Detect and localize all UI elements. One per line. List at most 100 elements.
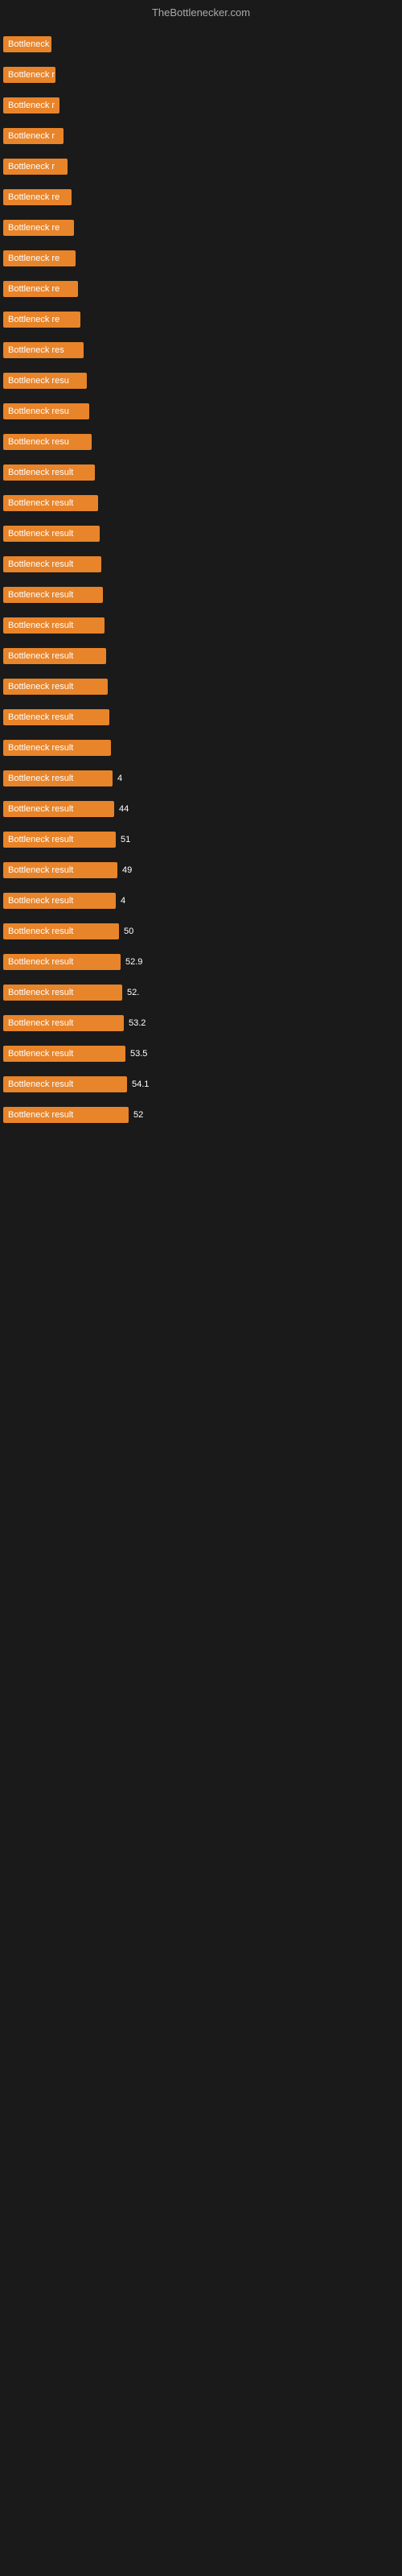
bar-row: Bottleneck result [0,458,402,487]
bar-row: Bottleneck re [0,213,402,242]
bar-label: Bottleneck result [3,1015,124,1031]
bar-container: Bottleneck result [3,587,399,603]
bar-label: Bottleneck resu [3,403,89,419]
bar-container: Bottleneck result [3,556,399,572]
bar-row: Bottleneck re [0,305,402,334]
bar-container: Bottleneck result44 [3,801,399,817]
bar-label: Bottleneck result [3,1046,125,1062]
bar-container: Bottleneck result [3,648,399,664]
bar-value: 53.5 [130,1049,147,1059]
bar-container: Bottleneck result54.1 [3,1076,399,1092]
bar-row: Bottleneck result [0,550,402,579]
bar-label: Bottleneck result [3,679,108,695]
bar-row: Bottleneck result 50 [0,917,402,946]
bar-row: Bottleneck result [0,519,402,548]
bar-container: Bottleneck result 50 [3,923,399,939]
bar-row: Bottleneck result [0,489,402,518]
bar-label: Bottleneck result [3,923,119,939]
bar-label: Bottleneck result [3,893,116,909]
bar-row: Bottleneck re [0,244,402,273]
bar-value: 4 [121,896,125,906]
bar-container: Bottleneck re [3,281,399,297]
bar-row: Bottleneck result [0,580,402,609]
bar-label: Bottleneck re [3,250,76,266]
site-title: TheBottlenecker.com [152,6,250,19]
bar-value: 54.1 [132,1080,149,1089]
bar-container: Bottleneck re [3,220,399,236]
bar-row: Bottleneck resu [0,427,402,456]
bar-label: Bottleneck re [3,281,78,297]
bar-row: Bottleneck result [0,672,402,701]
bar-row: Bottleneck re [0,183,402,212]
bar-row: Bottleneck result 4 [0,886,402,915]
bar-row: Bottleneck r [0,122,402,151]
bar-row: Bottleneck result [0,703,402,732]
bar-label: Bottleneck resu [3,434,92,450]
bar-container: Bottleneck result [3,740,399,756]
bar-row: Bottleneck resu [0,366,402,395]
bar-row: Bottleneck result [0,642,402,671]
bar-row: Bottleneck result 51 [0,825,402,854]
bar-label: Bottleneck result [3,1107,129,1123]
bar-container: Bottleneck result52.9 [3,954,399,970]
bar-container: Bottleneck result52. [3,985,399,1001]
bar-label: Bottleneck result [3,556,101,572]
bar-label: Bottleneck result [3,770,113,786]
bar-label: Bottleneck result [3,954,121,970]
bar-label: Bottleneck result [3,495,98,511]
bar-label: Bottleneck result [3,832,116,848]
bar-value: 50 [124,927,133,936]
bar-row: Bottleneck result [0,611,402,640]
bar-value: 52. [127,988,139,997]
bar-label: Bottleneck result [3,617,105,634]
bar-row: Bottleneck r [0,91,402,120]
bar-container: Bottleneck resu [3,434,399,450]
bar-row: Bottleneck result [0,733,402,762]
bar-row: Bottleneck result 52 [0,1100,402,1129]
bar-container: Bottleneck result [3,709,399,725]
bar-label: Bottleneck re [3,189,72,205]
bar-row: Bottleneck r [0,60,402,89]
bar-label: Bottleneck result [3,862,117,878]
bar-label: Bottleneck r [3,159,68,175]
bar-label: Bottleneck result [3,464,95,481]
bar-container: Bottleneck r [3,128,399,144]
bar-container: Bottleneck result53.2 [3,1015,399,1031]
bar-container: Bottleneck result 49 [3,862,399,878]
bar-container: Bottleneck re [3,189,399,205]
bar-row: Bottleneck result 53.5 [0,1039,402,1068]
bar-container: Bottleneck result 4 [3,893,399,909]
bar-row: Bottleneck resu [0,397,402,426]
bar-label: Bottleneck r [3,97,59,114]
bar-row: Bottleneck result52.9 [0,947,402,976]
bar-row: Bottleneck r [0,152,402,181]
bar-label: Bottleneck re [3,312,80,328]
bar-container: Bottleneck re [3,312,399,328]
bar-container: Bottleneck result [3,679,399,695]
bar-container: Bottleneck r [3,97,399,114]
bar-value: 52 [133,1110,143,1120]
bar-container: Bottleneck [3,36,399,52]
bar-row: Bottleneck result53.2 [0,1009,402,1038]
bar-label: Bottleneck [3,36,51,52]
bar-container: Bottleneck r [3,67,399,83]
bar-value: 51 [121,835,130,844]
bar-container: Bottleneck r [3,159,399,175]
bar-row: Bottleneck [0,30,402,59]
bar-row: Bottleneck result44 [0,795,402,824]
bar-container: Bottleneck resu [3,403,399,419]
bar-row: Bottleneck result52. [0,978,402,1007]
bar-value: 49 [122,865,132,875]
bar-row: Bottleneck result 4 [0,764,402,793]
bar-value: 4 [117,774,122,783]
bar-label: Bottleneck result [3,709,109,725]
bar-label: Bottleneck resu [3,373,87,389]
bar-label: Bottleneck result [3,740,111,756]
bar-label: Bottleneck res [3,342,84,358]
bar-container: Bottleneck result [3,495,399,511]
bar-row: Bottleneck res [0,336,402,365]
bar-label: Bottleneck r [3,67,55,83]
bar-container: Bottleneck result 53.5 [3,1046,399,1062]
bar-container: Bottleneck re [3,250,399,266]
bar-row: Bottleneck result54.1 [0,1070,402,1099]
